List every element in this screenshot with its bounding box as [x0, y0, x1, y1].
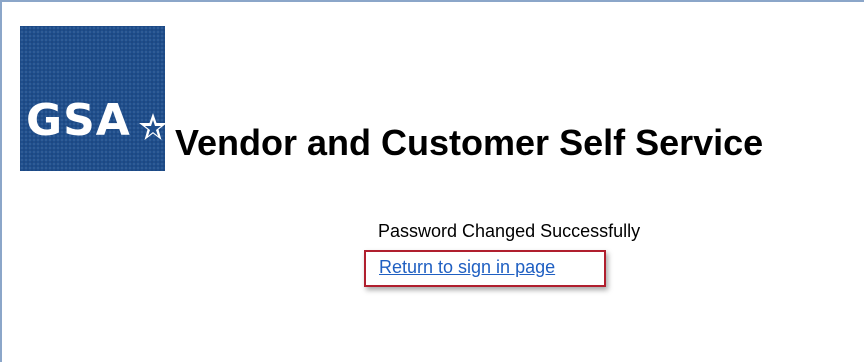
logo-text: GSA: [26, 95, 131, 146]
page-title: Vendor and Customer Self Service: [175, 122, 764, 163]
gsa-logo: GSA: [20, 26, 165, 171]
gsa-star-icon: [139, 113, 165, 140]
page-frame: GSA Vendor and Customer Self Service Pas…: [0, 0, 864, 362]
status-message: Password Changed Successfully: [378, 221, 641, 241]
return-to-sign-in-link[interactable]: Return to sign in page: [379, 257, 555, 278]
